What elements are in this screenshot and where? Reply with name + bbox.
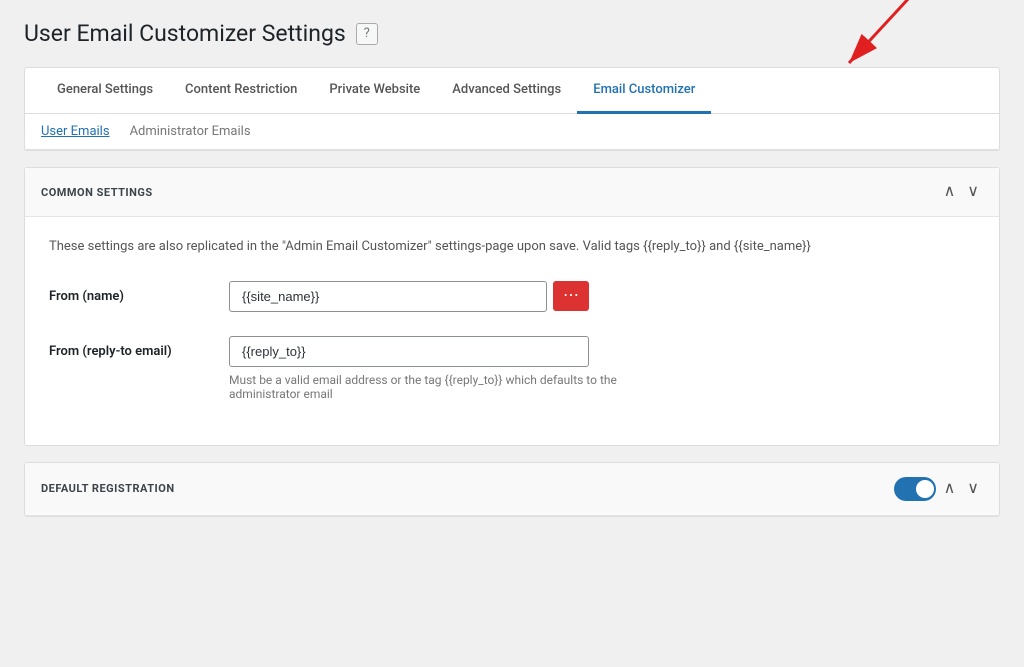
default-registration-card: DEFAULT REGISTRATION ∧ ∨: [24, 462, 1000, 517]
tab-content-restriction[interactable]: Content Restriction: [169, 68, 313, 114]
from-email-field-group: Must be a valid email address or the tag…: [229, 336, 975, 401]
common-settings-controls: ∧ ∨: [940, 182, 983, 202]
common-settings-description: These settings are also replicated in th…: [49, 237, 975, 257]
from-name-row: From (name) ⋯: [49, 281, 975, 312]
tab-email-customizer[interactable]: Email Customizer: [577, 68, 711, 114]
sub-tab-user-emails[interactable]: User Emails: [41, 124, 110, 139]
from-name-input[interactable]: [229, 281, 547, 312]
default-registration-controls: ∧ ∨: [894, 477, 983, 501]
from-name-label: From (name): [49, 281, 209, 304]
toggle-slider: [894, 477, 936, 501]
from-name-input-wrapper: ⋯: [229, 281, 589, 312]
collapse-up-button[interactable]: ∧: [940, 182, 960, 202]
tab-advanced-settings[interactable]: Advanced Settings: [436, 68, 577, 114]
common-settings-body: These settings are also replicated in th…: [25, 217, 999, 445]
collapse-down-button[interactable]: ∨: [963, 182, 983, 202]
sub-tabs-bar: User Emails Administrator Emails: [25, 114, 999, 150]
registration-collapse-up-button[interactable]: ∧: [940, 479, 960, 499]
from-name-field-group: ⋯: [229, 281, 975, 312]
from-email-row: From (reply-to email) Must be a valid em…: [49, 336, 975, 401]
default-registration-toggle[interactable]: [894, 477, 936, 501]
page-title: User Email Customizer Settings: [24, 20, 346, 47]
tab-general-settings[interactable]: General Settings: [41, 68, 169, 114]
sub-tab-admin-emails[interactable]: Administrator Emails: [130, 124, 251, 139]
from-email-hint: Must be a valid email address or the tag…: [229, 373, 629, 401]
default-registration-header: DEFAULT REGISTRATION ∧ ∨: [25, 463, 999, 516]
tab-private-website[interactable]: Private Website: [313, 68, 436, 114]
from-name-tag-button[interactable]: ⋯: [553, 281, 589, 311]
common-settings-header: COMMON SETTINGS ∧ ∨: [25, 168, 999, 217]
help-icon[interactable]: ?: [356, 23, 378, 45]
from-email-input-wrapper: [229, 336, 589, 367]
default-registration-title: DEFAULT REGISTRATION: [41, 482, 175, 495]
tabs-bar: General Settings Content Restriction Pri…: [25, 68, 999, 114]
from-email-label: From (reply-to email): [49, 336, 209, 359]
registration-collapse-down-button[interactable]: ∨: [963, 479, 983, 499]
from-email-input[interactable]: [229, 336, 589, 367]
common-settings-card: COMMON SETTINGS ∧ ∨ These settings are a…: [24, 167, 1000, 446]
main-card: General Settings Content Restriction Pri…: [24, 67, 1000, 151]
common-settings-title: COMMON SETTINGS: [41, 186, 153, 199]
